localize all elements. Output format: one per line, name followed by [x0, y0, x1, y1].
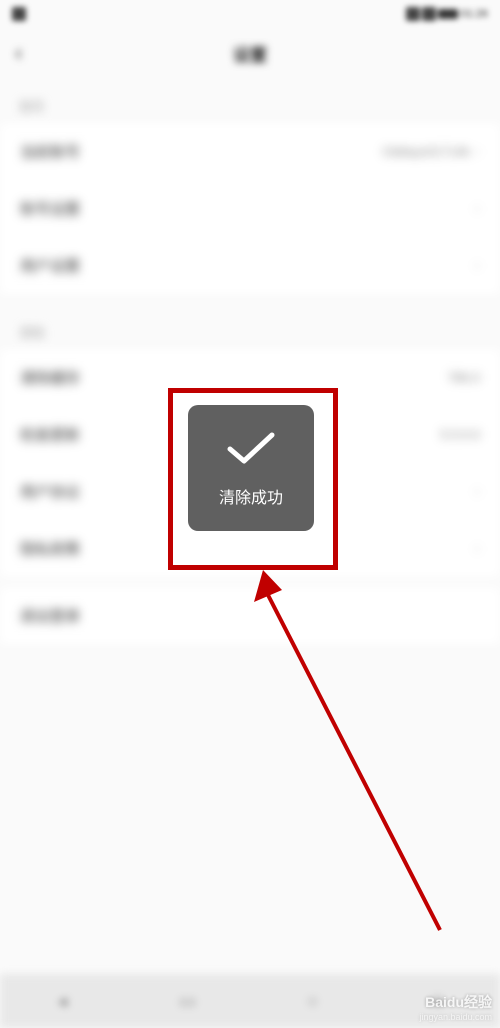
- item-label: 用户协议: [20, 481, 80, 502]
- chevron-right-icon: ›: [475, 257, 480, 275]
- list-item-current-account[interactable]: 当前账号 Oddays01714k ›: [0, 123, 500, 180]
- watermark: Baidu经验 jingyan.baidu.com: [419, 992, 492, 1022]
- watermark-sub: jingyan.baidu.com: [419, 1012, 492, 1022]
- signal-icon: [406, 7, 420, 21]
- battery-icon: [438, 9, 458, 19]
- section-divider: [0, 577, 500, 587]
- checkmark-icon: [226, 429, 276, 472]
- status-left: [12, 7, 26, 21]
- item-label: 账号设置: [20, 198, 80, 219]
- toast-text: 清除成功: [219, 484, 283, 508]
- nav-back-icon[interactable]: ◂: [43, 986, 83, 1016]
- nav-home-icon[interactable]: ○: [293, 986, 333, 1016]
- section-account-label: 账号: [0, 78, 500, 123]
- chevron-right-icon: ›: [475, 143, 480, 161]
- page-title: 设置: [45, 41, 455, 66]
- chevron-right-icon: ›: [475, 483, 480, 501]
- back-button[interactable]: ‹: [15, 40, 45, 66]
- item-label: 隐私政策: [20, 538, 80, 559]
- chevron-right-icon: ›: [475, 200, 480, 218]
- item-value: 5.5.0.0: [440, 427, 480, 442]
- item-value: ›: [475, 483, 480, 501]
- watermark-main: Baidu经验: [425, 992, 492, 1012]
- wifi-icon: [422, 7, 436, 21]
- settings-content: 账号 当前账号 Oddays01714k › 账号设置 › 用户设置 › 其他 …: [0, 78, 500, 644]
- notification-icon: [12, 7, 26, 21]
- item-value: Oddays01714k ›: [382, 143, 480, 161]
- item-label: 退出登录: [20, 605, 80, 626]
- item-value: ›: [475, 257, 480, 275]
- item-label: 检查更新: [20, 424, 80, 445]
- item-value: ›: [475, 540, 480, 558]
- list-item-user-settings[interactable]: 用户设置 ›: [0, 237, 500, 294]
- item-label: 用户设置: [20, 255, 80, 276]
- nav-recent-icon[interactable]: ▭: [168, 986, 208, 1016]
- list-item-account-settings[interactable]: 账号设置 ›: [0, 180, 500, 237]
- list-item-clear-cache[interactable]: 清除缓存 786.0: [0, 349, 500, 406]
- item-value: 786.0: [447, 370, 480, 385]
- page-header: ‹ 设置: [0, 28, 500, 78]
- list-item-logout[interactable]: 退出登录: [0, 587, 500, 644]
- toast-success: 清除成功: [188, 405, 314, 531]
- status-bar: 01:26: [0, 0, 500, 28]
- item-value: ›: [475, 200, 480, 218]
- section-other-label: 其他: [0, 304, 500, 349]
- status-time: 01:26: [460, 8, 488, 20]
- section-divider: [0, 294, 500, 304]
- item-label: 清除缓存: [20, 367, 80, 388]
- chevron-right-icon: ›: [475, 540, 480, 558]
- status-right: 01:26: [406, 7, 488, 21]
- item-label: 当前账号: [20, 141, 80, 162]
